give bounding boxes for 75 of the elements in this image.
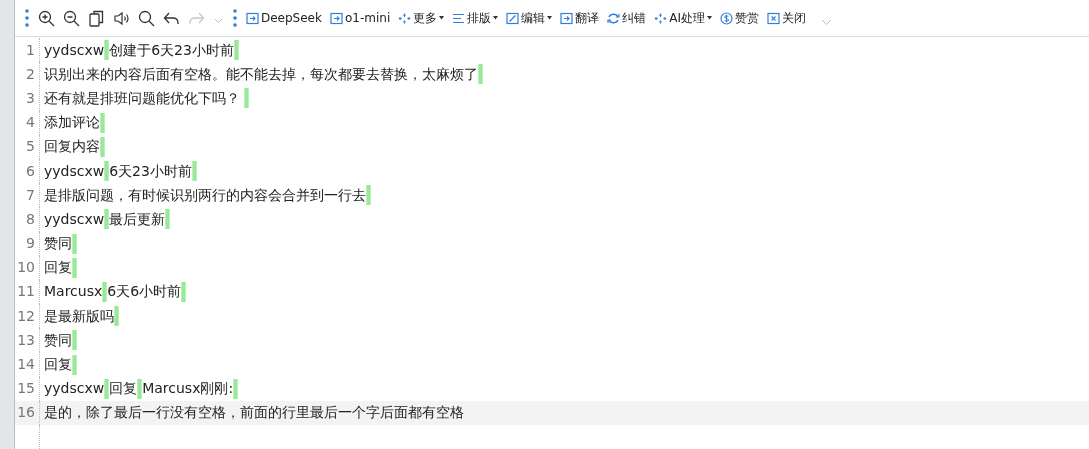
line-number: 12 <box>17 306 35 326</box>
line-number: 16 <box>17 403 35 423</box>
toolbar-button[interactable]: DeepSeek <box>243 6 325 30</box>
toolbar-button[interactable]: 关闭 <box>764 6 809 30</box>
toolbar-button[interactable]: AI处理 <box>651 6 715 30</box>
toolbar-button[interactable]: 赞赏 <box>717 6 762 30</box>
line-number: 3 <box>26 88 35 108</box>
toolbar-button[interactable]: 更多 <box>395 6 448 30</box>
line-text: 赞同 <box>44 330 72 350</box>
line-number: 1 <box>26 40 35 60</box>
line-number: 8 <box>26 209 35 229</box>
speaker-icon <box>113 9 130 27</box>
sparkle-icon <box>654 11 668 25</box>
line-number: 5 <box>26 137 35 157</box>
line-text: 添加评论 <box>44 113 100 133</box>
line-number: 4 <box>26 113 35 133</box>
panel-icon <box>329 11 343 25</box>
line-text: 是排版问题，有时候识别两行的内容会合并到一行去 <box>44 185 366 205</box>
line-text: 识别出来的内容后面有空格。能不能去掉，每次都要去替换，太麻烦了 <box>44 64 478 84</box>
whitespace-marker <box>137 378 143 399</box>
toolbar-button[interactable]: 排版 <box>449 6 502 30</box>
line-number: 10 <box>17 258 35 278</box>
line-text: 回复 <box>44 355 72 375</box>
whitespace-marker <box>104 209 110 230</box>
line-text: 赞同 <box>44 234 72 254</box>
sparkle-icon <box>398 11 412 25</box>
close-box-icon <box>767 11 780 25</box>
zoom-out-icon <box>63 9 80 27</box>
line-text: 回复内容 <box>44 137 100 157</box>
panel-icon <box>246 11 259 25</box>
line-text: 还有就是排班问题能优化下吗？ <box>44 88 241 108</box>
line-text: Marcusx <box>44 282 103 302</box>
line-text: 是最新版吗 <box>44 306 114 326</box>
grip-icon[interactable] <box>25 9 29 27</box>
caret-icon <box>707 16 712 20</box>
line-number: 9 <box>26 234 35 254</box>
line-text: 6天23小时前 <box>109 161 192 181</box>
line-text: 最后更新 <box>109 209 166 229</box>
coin-icon <box>720 11 733 25</box>
panel-icon <box>560 11 574 25</box>
whitespace-marker <box>104 161 110 182</box>
line-text: yydscxw <box>44 161 105 181</box>
line-text: 6天6小时前 <box>107 282 182 302</box>
caret-icon <box>493 16 499 20</box>
line-number: 13 <box>17 330 35 350</box>
toolbar-button[interactable]: 翻译 <box>557 6 603 30</box>
whitespace-marker <box>104 40 110 61</box>
whitespace-marker <box>104 378 110 399</box>
edit-icon <box>506 11 520 25</box>
line-text: 回复 <box>44 258 72 278</box>
whitespace-marker <box>102 281 108 302</box>
caret-icon <box>547 16 553 20</box>
lines-icon <box>452 11 466 25</box>
refresh-icon <box>607 11 621 25</box>
copy-icon <box>88 9 105 27</box>
line-number: 2 <box>26 64 35 84</box>
grip-icon[interactable] <box>233 9 237 27</box>
line-number: 11 <box>17 282 35 302</box>
line-text: yydscxw <box>44 40 105 60</box>
line-number: 14 <box>17 355 35 375</box>
zoom-in-icon <box>38 9 55 27</box>
caret-icon <box>439 16 445 20</box>
line-number: 6 <box>26 161 35 181</box>
line-text: 回复 <box>109 379 138 399</box>
search-icon <box>138 9 155 27</box>
line-text: 是的，除了最后一行没有空格，前面的行里最后一个字后面都有空格 <box>44 403 464 423</box>
toolbar-button[interactable]: o1-mini <box>326 6 394 30</box>
line-number: 15 <box>17 379 35 399</box>
line-number: 7 <box>26 185 35 205</box>
line-text: 创建于6天23小时前 <box>109 40 234 60</box>
line-text: yydscxw <box>44 209 105 229</box>
line-text: Marcusx刚刚: <box>142 379 234 399</box>
toolbar-button[interactable]: 编辑 <box>503 6 556 30</box>
toolbar-button[interactable]: 纠错 <box>604 6 650 30</box>
line-text: yydscxw <box>44 379 105 399</box>
